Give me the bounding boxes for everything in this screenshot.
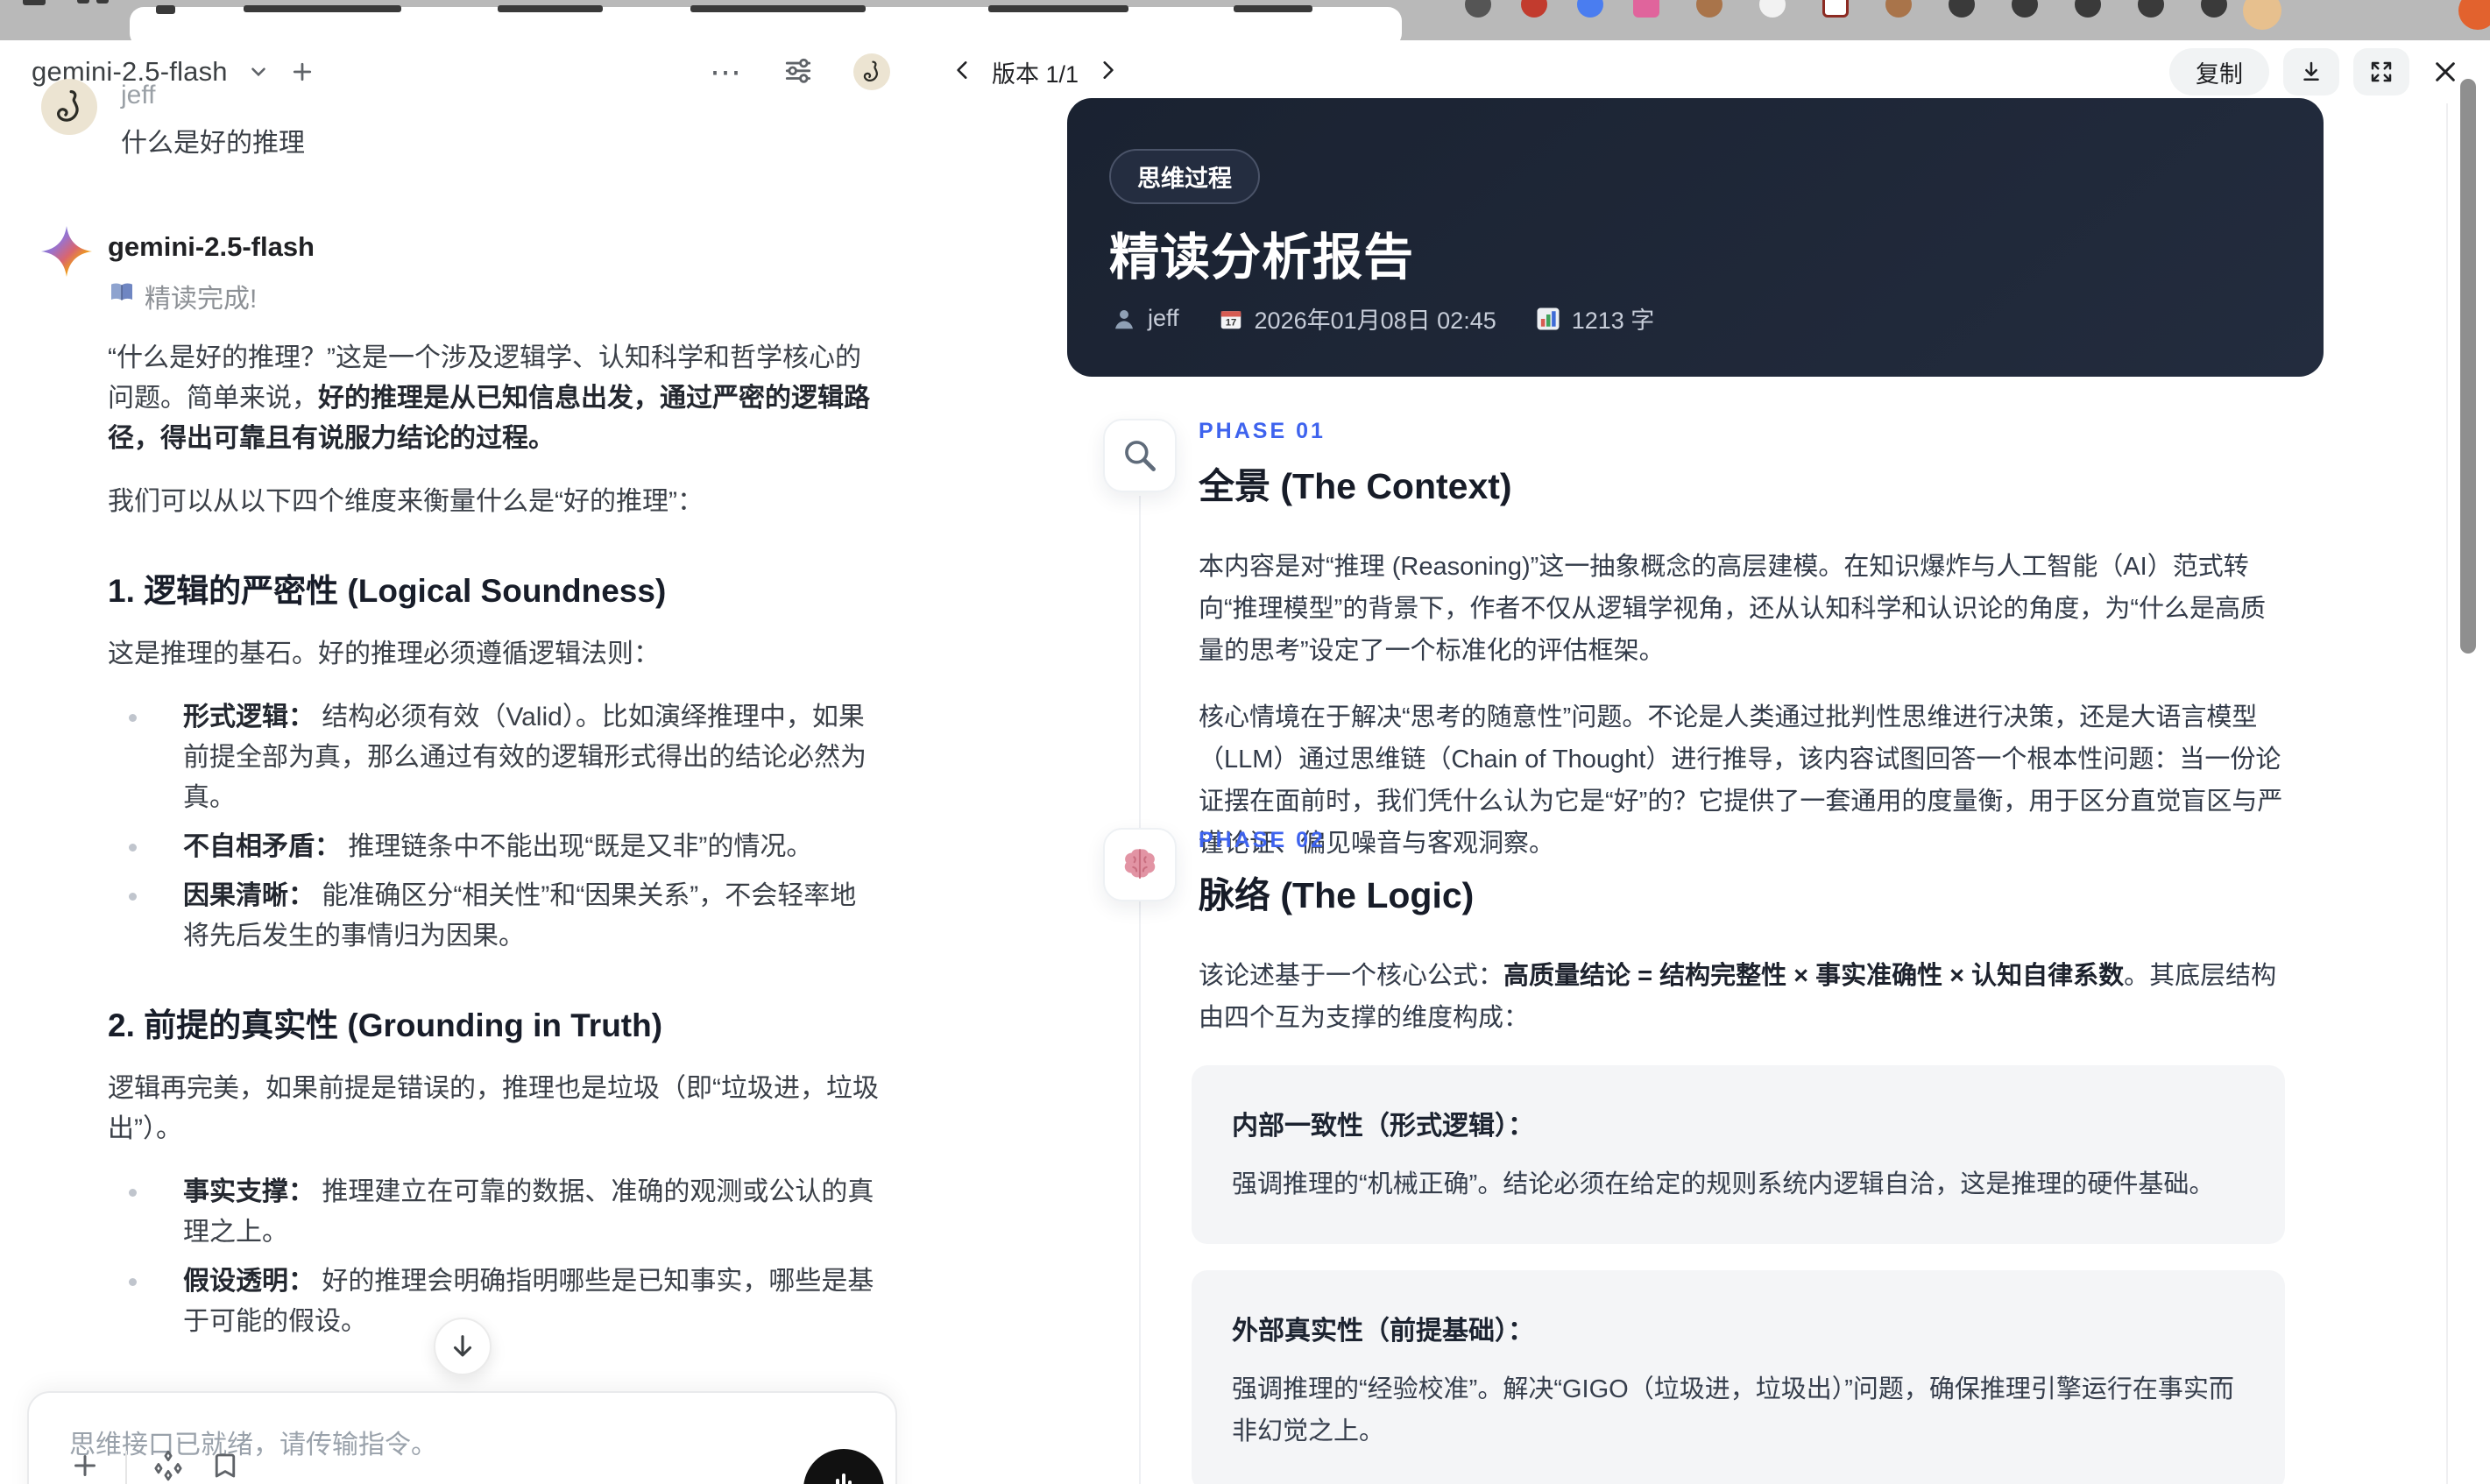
version-prev-icon[interactable] xyxy=(951,57,974,88)
brain-icon xyxy=(1103,828,1177,901)
assistant-content: “什么是好的推理？”这是一个涉及逻辑学、认知科学和哲学核心的问题。简单来说，好的… xyxy=(108,338,882,1484)
calendar-icon: 17 xyxy=(1220,310,1241,329)
extension-icon[interactable] xyxy=(1521,0,1547,18)
bullet-list-2: 事实支撑： 推理建立在可靠的数据、准确的观测或公认的真理之上。 假设透明： 好的… xyxy=(108,1172,882,1342)
phase-2-title: 脉络 (The Logic) xyxy=(1199,875,1475,915)
phase-2-section: PHASE 02 脉络 (The Logic) 该论述基于一个核心公式：高质量结… xyxy=(1192,828,2290,1484)
magnifier-icon xyxy=(1103,419,1177,492)
copy-button[interactable]: 复制 xyxy=(2169,48,2269,95)
dimension-card-1: 内部一致性（形式逻辑）： 强调推理的“机械正确”。结论必须在给定的规则系统内逻辑… xyxy=(1192,1065,2285,1244)
dimension-card-2: 外部真实性（前提基础）： 强调推理的“经验校准”。解决“GIGO（垃圾进，垃圾出… xyxy=(1192,1270,2285,1484)
list-item: 不自相矛盾： 推理链条中不能出现“既是又非”的情况。 xyxy=(108,827,882,867)
user-avatar xyxy=(41,79,97,135)
list-item: 事实支撑： 推理建立在可靠的数据、准确的观测或公认的真理之上。 xyxy=(108,1172,882,1253)
user-name: jeff xyxy=(121,81,156,110)
extension-icon[interactable] xyxy=(2012,0,2038,18)
divider xyxy=(125,1450,127,1484)
composer: 思维接口已就绪，请传输指令。 xyxy=(27,1391,897,1484)
phase-timeline xyxy=(1139,496,1141,1484)
lead-paragraph: 我们可以从以下四个维度来衡量什么是“好的推理”： xyxy=(108,487,704,516)
attach-plus-icon[interactable] xyxy=(69,1450,101,1484)
gemini-logo-icon xyxy=(41,226,92,277)
phase-1-paragraph: 本内容是对“推理 (Reasoning)”这一抽象概念的高层建模。在知识爆炸与人… xyxy=(1199,553,2266,665)
skills-sparkle-icon[interactable] xyxy=(152,1449,185,1484)
download-button[interactable] xyxy=(2283,48,2339,95)
section-lead-1: 这是推理的基石。好的推理必须遵循逻辑法则： xyxy=(108,640,660,668)
list-item: 因果清晰： 能准确区分“相关性”和“因果关系”，不会轻率地将先后发生的事情归为因… xyxy=(108,876,882,957)
extension-icon[interactable] xyxy=(1822,0,1849,18)
app-window: gemini-2.5-flash ⋯ jeff 什么是好的推理 gemini-2… xyxy=(0,0,2490,1484)
extension-icon[interactable] xyxy=(1885,0,1912,18)
extension-icon[interactable] xyxy=(2138,0,2164,18)
scroll-to-bottom-button[interactable] xyxy=(434,1318,492,1375)
person-icon xyxy=(1115,309,1133,329)
extension-icon[interactable] xyxy=(1633,0,1659,18)
date-meta: 17 2026年01月08日 02:45 xyxy=(1218,301,1496,336)
author-meta: jeff xyxy=(1111,305,1179,332)
assistant-status: 精读完成! xyxy=(108,277,878,315)
fullscreen-button[interactable] xyxy=(2353,48,2409,95)
extension-icon[interactable] xyxy=(1759,0,1786,18)
assistant-name: gemini-2.5-flash xyxy=(108,231,315,262)
phase-2-intro: 该论述基于一个核心公式：高质量结论 = 结构完整性 × 事实准确性 × 认知自律… xyxy=(1199,962,2277,1032)
divider xyxy=(2446,103,2448,1484)
profile-avatar[interactable] xyxy=(2243,0,2281,30)
user-message: jeff 什么是好的推理 xyxy=(41,79,878,159)
report-panel: 版本 1/1 复制 思维过程 精读分析报告 jeff 17 2026年01月08… xyxy=(929,40,2490,1484)
book-icon xyxy=(108,279,136,314)
browser-toolbar xyxy=(0,0,2490,40)
version-next-icon[interactable] xyxy=(1096,57,1119,88)
phase-1-section: PHASE 01 全景 (The Context) 本内容是对“推理 (Reas… xyxy=(1199,419,2290,889)
bullet-list-1: 形式逻辑： 结构必须有效（Valid）。比如演绎推理中，如果前提全部为真，那么通… xyxy=(108,697,882,957)
list-item: 假设透明： 好的推理会明确指明哪些是已知事实，哪些是基于可能的假设。 xyxy=(108,1261,882,1342)
section-heading-2: 2. 前提的真实性 (Grounding in Truth) xyxy=(108,1007,663,1043)
wordcount-meta: 1213 字 xyxy=(1535,301,1654,336)
phase-1-label: PHASE 01 xyxy=(1199,419,1326,443)
bookmark-icon[interactable] xyxy=(209,1450,241,1484)
phase-2-label: PHASE 02 xyxy=(1199,828,1326,852)
assistant-message: gemini-2.5-flash 精读完成! “什么是好的推理？”这是一个涉及逻… xyxy=(41,226,879,1484)
version-label: 版本 1/1 xyxy=(992,60,1079,88)
user-message-text: 什么是好的推理 xyxy=(121,129,305,158)
report-badge: 思维过程 xyxy=(1109,149,1260,204)
extension-icon[interactable] xyxy=(1949,0,1975,18)
extension-icon[interactable] xyxy=(2201,0,2227,18)
browser-back-icon[interactable] xyxy=(23,0,46,5)
browser-tabs-icon[interactable] xyxy=(96,0,109,4)
bar-chart-icon xyxy=(1537,307,1560,329)
browser-tabs-icon[interactable] xyxy=(77,0,89,4)
svg-text:17: 17 xyxy=(1225,317,1236,328)
intro-paragraph: “什么是好的推理？”这是一个涉及逻辑学、认知科学和哲学核心的问题。简单来说，好的… xyxy=(108,343,870,453)
phase-1-title: 全景 (The Context) xyxy=(1199,466,1512,506)
report-panel-header: 版本 1/1 复制 xyxy=(929,40,2490,103)
browser-menu-icon[interactable] xyxy=(2458,0,2490,30)
chat-scroll-area[interactable]: jeff 什么是好的推理 gemini-2.5-flash 精读完成! “什么是… xyxy=(0,40,929,1484)
list-item: 形式逻辑： 结构必须有效（Valid）。比如演绎推理中，如果前提全部为真，那么通… xyxy=(108,697,882,818)
report-hero-card: 思维过程 精读分析报告 jeff 17 2026年01月08日 02:45 12… xyxy=(1067,98,2324,377)
scrollbar-thumb[interactable] xyxy=(2460,79,2476,654)
report-title: 精读分析报告 xyxy=(1109,230,1414,286)
extension-icon[interactable] xyxy=(2075,0,2101,18)
extension-icon[interactable] xyxy=(1577,0,1603,18)
browser-tab[interactable] xyxy=(130,5,1402,40)
report-meta: jeff 17 2026年01月08日 02:45 1213 字 xyxy=(1111,301,1654,336)
section-heading-1: 1. 逻辑的严密性 (Logical Soundness) xyxy=(108,573,667,609)
extension-icon[interactable] xyxy=(1696,0,1722,18)
extension-icon[interactable] xyxy=(1465,0,1491,18)
section-lead-2: 逻辑再完美，如果前提是错误的，推理也是垃圾（即“垃圾进，垃圾出”）。 xyxy=(108,1074,879,1143)
